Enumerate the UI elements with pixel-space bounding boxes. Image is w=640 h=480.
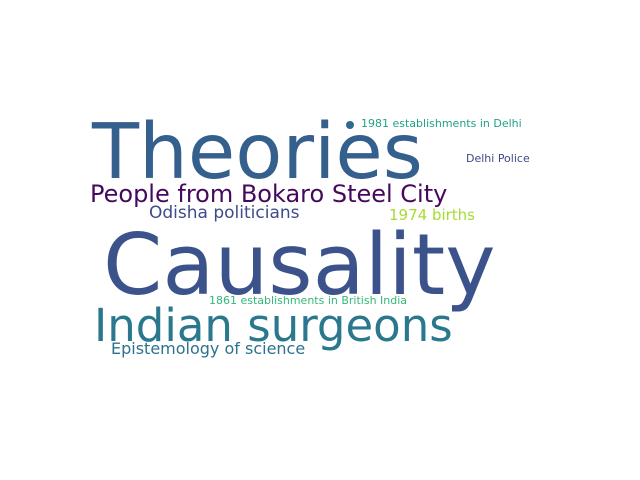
word-epistemology-of-science: Epistemology of science xyxy=(111,339,306,358)
word-cloud: Theories 1981 establishments in Delhi De… xyxy=(0,0,640,480)
word-1981-establishments-delhi: 1981 establishments in Delhi xyxy=(361,117,522,130)
word-delhi-police: Delhi Police xyxy=(466,152,530,165)
